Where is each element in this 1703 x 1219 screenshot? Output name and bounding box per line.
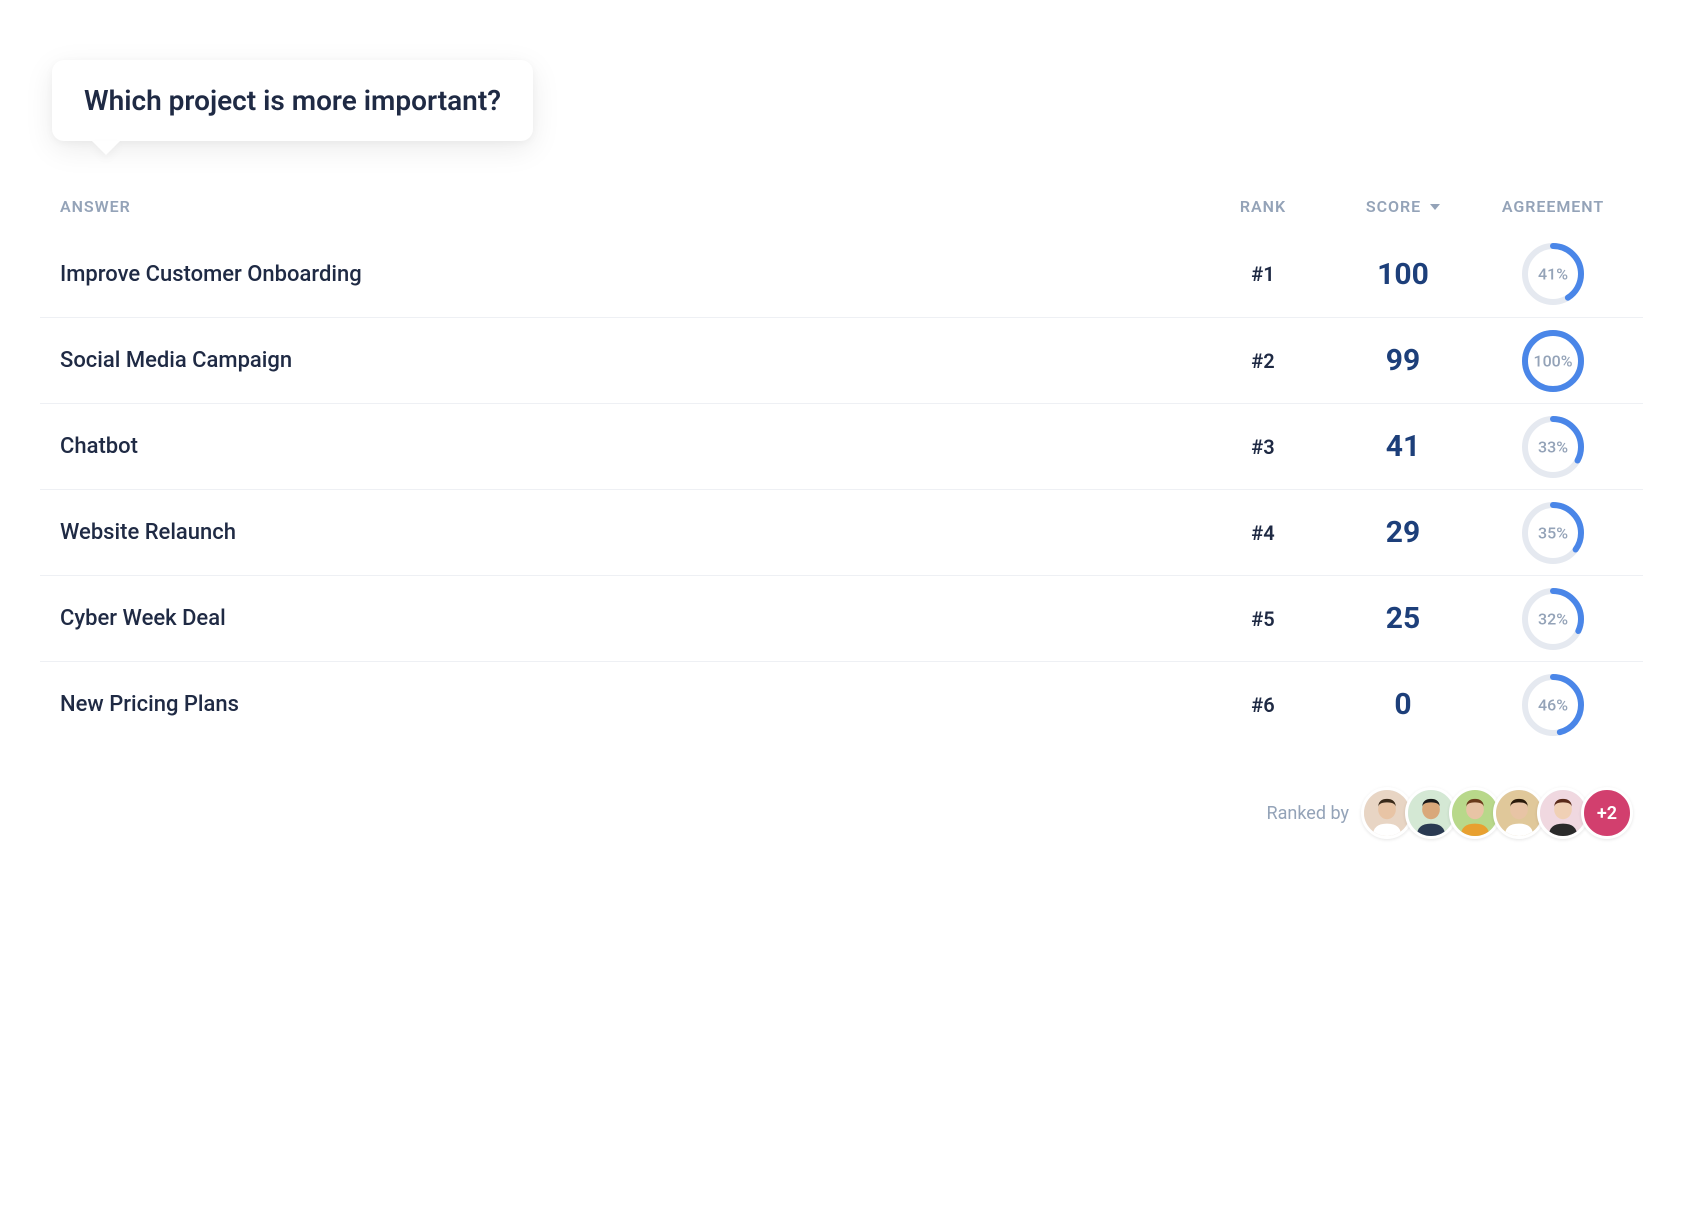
rank-cell: #6 [1203, 693, 1323, 717]
score-cell: 99 [1323, 343, 1483, 378]
agreement-cell: 33% [1483, 415, 1623, 479]
score-cell: 0 [1323, 687, 1483, 722]
column-header-rank[interactable]: RANK [1203, 197, 1323, 216]
question-bubble: Which project is more important? [52, 60, 533, 141]
rank-cell: #3 [1203, 435, 1323, 459]
column-header-score[interactable]: SCORE [1323, 197, 1483, 216]
answer-cell: Website Relaunch [60, 520, 1203, 545]
agreement-donut: 41% [1521, 242, 1585, 306]
table-row[interactable]: Cyber Week Deal #5 25 32% [40, 575, 1643, 661]
rank-cell: #2 [1203, 349, 1323, 373]
agreement-cell: 46% [1483, 673, 1623, 737]
answer-cell: Chatbot [60, 434, 1203, 459]
table-row[interactable]: New Pricing Plans #6 0 46% [40, 661, 1643, 747]
rank-cell: #4 [1203, 521, 1323, 545]
answer-cell: New Pricing Plans [60, 692, 1203, 717]
ranked-by-label: Ranked by [1267, 803, 1349, 824]
rank-cell: #5 [1203, 607, 1323, 631]
agreement-cell: 41% [1483, 242, 1623, 306]
agreement-donut: 46% [1521, 673, 1585, 737]
agreement-value: 46% [1538, 695, 1568, 714]
table-header-row: ANSWER RANK SCORE AGREEMENT [40, 181, 1643, 231]
agreement-value: 33% [1538, 437, 1568, 456]
question-text: Which project is more important? [84, 84, 501, 117]
ranked-by-footer: Ranked by +2 [40, 787, 1643, 839]
score-cell: 29 [1323, 515, 1483, 550]
agreement-cell: 35% [1483, 501, 1623, 565]
table-row[interactable]: Improve Customer Onboarding #1 100 41% [40, 231, 1643, 317]
agreement-donut: 32% [1521, 587, 1585, 651]
agreement-cell: 32% [1483, 587, 1623, 651]
table-row[interactable]: Chatbot #3 41 33% [40, 403, 1643, 489]
score-cell: 41 [1323, 429, 1483, 464]
table-row[interactable]: Website Relaunch #4 29 35% [40, 489, 1643, 575]
score-cell: 25 [1323, 601, 1483, 636]
sort-desc-icon [1430, 204, 1440, 210]
answer-cell: Improve Customer Onboarding [60, 262, 1203, 287]
agreement-value: 35% [1538, 523, 1568, 542]
rank-cell: #1 [1203, 262, 1323, 286]
column-header-answer[interactable]: ANSWER [60, 197, 1203, 216]
avatar-more-badge[interactable]: +2 [1581, 787, 1633, 839]
column-header-agreement[interactable]: AGREEMENT [1483, 197, 1623, 216]
agreement-cell: 100% [1483, 329, 1623, 393]
table-body: Improve Customer Onboarding #1 100 41% S… [40, 231, 1643, 747]
column-header-score-label: SCORE [1366, 197, 1421, 216]
agreement-donut: 100% [1521, 329, 1585, 393]
table-row[interactable]: Social Media Campaign #2 99 100% [40, 317, 1643, 403]
results-table: ANSWER RANK SCORE AGREEMENT Improve Cust… [40, 181, 1643, 747]
results-page: Which project is more important? ANSWER … [0, 0, 1703, 899]
agreement-donut: 33% [1521, 415, 1585, 479]
agreement-value: 32% [1538, 609, 1568, 628]
score-cell: 100 [1323, 257, 1483, 292]
answer-cell: Cyber Week Deal [60, 606, 1203, 631]
agreement-value: 41% [1538, 265, 1568, 284]
avatar-stack: +2 [1369, 787, 1633, 839]
answer-cell: Social Media Campaign [60, 348, 1203, 373]
agreement-value: 100% [1533, 351, 1572, 370]
agreement-donut: 35% [1521, 501, 1585, 565]
